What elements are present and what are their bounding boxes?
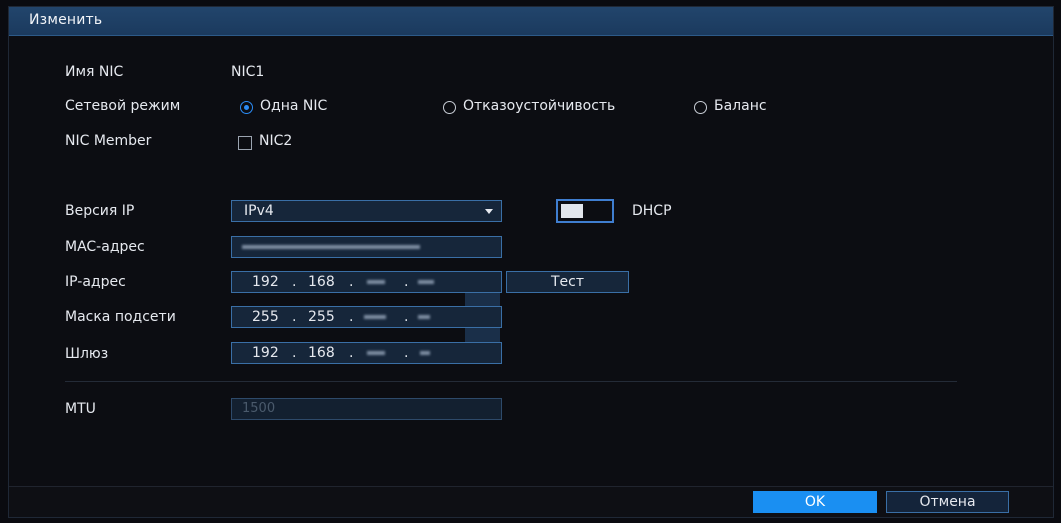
ip-octet-1: 192 — [252, 274, 279, 290]
subnet-mask-label: Маска подсети — [65, 309, 176, 325]
ip-address-field[interactable]: 192 . 168 . . — [231, 271, 502, 293]
ip-separator: . — [349, 309, 354, 325]
redacted-value — [418, 280, 434, 284]
radio-fault-tolerance-label: Отказоустойчивость — [463, 98, 616, 114]
ip-version-value: IPv4 — [244, 203, 274, 219]
ip-separator: . — [292, 309, 297, 325]
subnet-mask-field[interactable]: 255 . 255 . . — [231, 306, 502, 328]
test-button[interactable]: Тест — [506, 271, 629, 293]
ip-version-select[interactable]: IPv4 — [231, 200, 502, 222]
ip-separator: . — [349, 345, 354, 361]
nic2-checkbox[interactable] — [238, 136, 252, 150]
gateway-octet-2: 168 — [308, 345, 335, 361]
network-mode-label: Сетевой режим — [65, 98, 181, 114]
nic-member-label: NIC Member — [65, 133, 152, 149]
radio-unselected-icon[interactable] — [443, 101, 456, 114]
redacted-value — [364, 315, 386, 319]
ip-separator: . — [404, 345, 409, 361]
edit-dialog: Изменить Имя NIC NIC1 Сетевой режим Одна… — [8, 6, 1054, 518]
radio-unselected-icon[interactable] — [694, 101, 707, 114]
nic-name-value: NIC1 — [231, 64, 265, 80]
nic2-checkbox-label: NIC2 — [259, 133, 293, 149]
mask-octet-2: 255 — [308, 309, 335, 325]
ip-separator: . — [404, 274, 409, 290]
radio-single-nic-label: Одна NIC — [260, 98, 328, 114]
mtu-label: MTU — [65, 401, 96, 417]
nic-name-label: Имя NIC — [65, 64, 124, 80]
ip-separator: . — [404, 309, 409, 325]
dhcp-label: DHCP — [632, 203, 672, 219]
ip-separator: . — [349, 274, 354, 290]
redacted-value — [367, 351, 385, 355]
redacted-value — [367, 280, 385, 284]
dhcp-toggle[interactable] — [556, 199, 614, 223]
ip-version-label: Версия IP — [65, 203, 135, 219]
ip-address-label: IP-адрес — [65, 274, 126, 290]
radio-balance-label: Баланс — [714, 98, 767, 114]
gateway-octet-1: 192 — [252, 345, 279, 361]
ip-separator: . — [292, 345, 297, 361]
section-divider — [65, 381, 957, 382]
mac-address-label: MAC-адрес — [65, 239, 145, 255]
dialog-title: Изменить — [29, 12, 103, 28]
ok-button[interactable]: OK — [753, 491, 877, 513]
redaction-overlay — [465, 293, 500, 307]
mtu-field: 1500 — [231, 398, 502, 420]
radio-selected-icon[interactable] — [240, 101, 253, 114]
redacted-value — [420, 351, 430, 355]
mtu-value: 1500 — [242, 401, 276, 416]
mask-octet-1: 255 — [252, 309, 279, 325]
dialog-title-bar: Изменить — [9, 7, 1053, 36]
toggle-knob — [561, 204, 583, 218]
redacted-value — [418, 315, 430, 319]
redaction-overlay — [465, 328, 500, 342]
dropdown-arrow-icon — [485, 209, 493, 214]
ip-separator: . — [292, 274, 297, 290]
gateway-field[interactable]: 192 . 168 . . — [231, 342, 502, 364]
gateway-label: Шлюз — [65, 346, 109, 362]
cancel-button[interactable]: Отмена — [886, 491, 1009, 513]
ip-octet-2: 168 — [308, 274, 335, 290]
mac-address-field[interactable] — [231, 236, 502, 258]
redacted-value — [242, 245, 420, 249]
dialog-footer: OK Отмена — [9, 486, 1053, 517]
